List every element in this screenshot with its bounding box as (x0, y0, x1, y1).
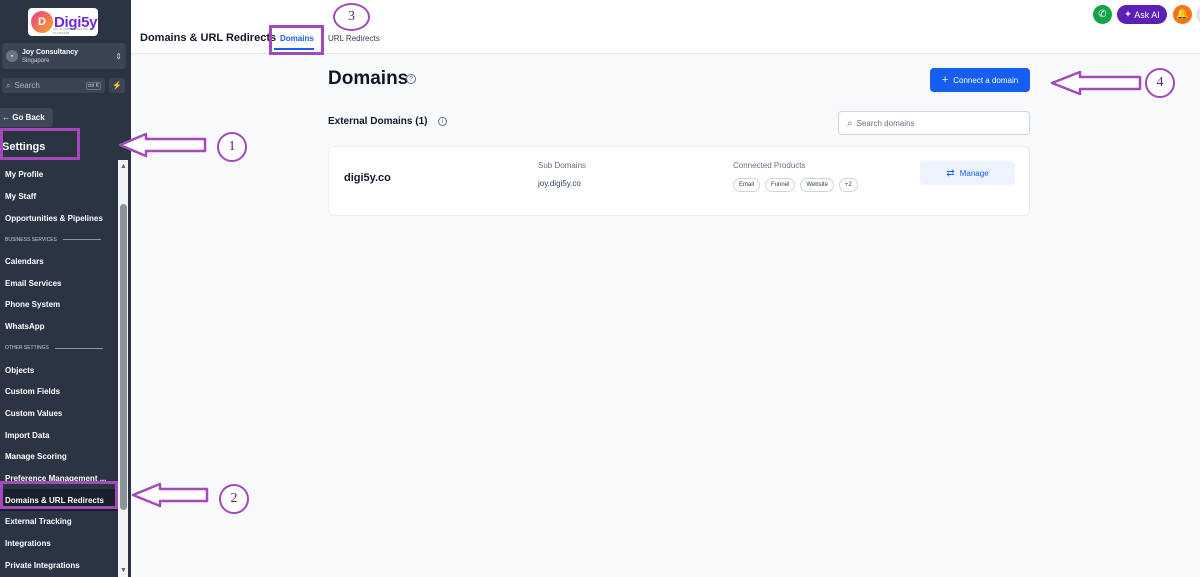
sidebar-item-integrations[interactable]: Integrations (0, 533, 118, 555)
settings-nav: My Profile My Staff Opportunities & Pipe… (0, 164, 118, 576)
search-icon: ⌕ (6, 80, 11, 90)
external-domains-title: External Domains (1) (328, 116, 428, 127)
product-chip-funnel: Funnel (765, 178, 796, 192)
plus-icon: + (941, 74, 949, 86)
swap-icon: ⇄ (946, 167, 955, 179)
connected-products-label: Connected Products (733, 161, 806, 170)
ask-ai-button[interactable]: ✦ Ask AI (1117, 5, 1167, 24)
sidebar-item-custom-values[interactable]: Custom Values (0, 403, 118, 425)
product-chips: Email Funnel Website +2 (733, 178, 858, 192)
help-icon[interactable]: ? (406, 74, 416, 84)
connect-domain-label: Connect a domain (953, 75, 1019, 85)
annotation-circle-2: 2 (219, 484, 249, 514)
annotation-box-domains-tab (269, 25, 324, 55)
sidebar-item-my-profile[interactable]: My Profile (0, 164, 118, 186)
sidebar-item-opportunities[interactable]: Opportunities & Pipelines (0, 207, 118, 229)
annotation-box-settings (0, 128, 80, 160)
sidebar-item-private-integrations[interactable]: Private Integrations (0, 554, 118, 576)
sub-domain-value: joy.digi5y.co (538, 179, 581, 188)
account-location: Singapore (22, 57, 50, 64)
manage-label: Manage (959, 168, 989, 178)
shortcut-badge: ctrl K (85, 81, 101, 90)
section-business-services: BUSINESS SERVICES (0, 229, 118, 251)
logo-tagline: ALL IN ONE MARKETING PLATFORM (53, 27, 89, 35)
sidebar-item-external-tracking[interactable]: External Tracking (0, 511, 118, 533)
section-label: BUSINESS SERVICES (5, 236, 57, 243)
search-icon: ⌕ (847, 117, 853, 129)
sidebar-item-custom-fields[interactable]: Custom Fields (0, 381, 118, 403)
connect-domain-button[interactable]: + Connect a domain (930, 68, 1030, 92)
page-title: Domains & URL Redirects (140, 32, 277, 44)
info-icon[interactable]: i (438, 117, 447, 126)
manage-button[interactable]: ⇄ Manage (920, 161, 1015, 185)
account-name: Joy Consultancy (22, 48, 79, 56)
product-chip-more[interactable]: +2 (838, 178, 858, 192)
search-domains-input[interactable] (856, 118, 1017, 128)
building-icon: ▪ (6, 50, 18, 62)
arrow-2 (131, 482, 209, 508)
domain-card: digi5y.co Sub Domains joy.digi5y.co Conn… (328, 146, 1030, 216)
avatar[interactable] (1196, 5, 1200, 24)
annotation-circle-1: 1 (217, 132, 247, 162)
sidebar-item-my-staff[interactable]: My Staff (0, 186, 118, 208)
logo-mark-icon: D (31, 11, 53, 33)
scroll-up-icon[interactable]: ▲ (120, 163, 127, 170)
product-chip-website: Website (800, 178, 834, 192)
bolt-icon[interactable]: ⚡ (109, 78, 125, 93)
sidebar-item-calendars[interactable]: Calendars (0, 251, 118, 273)
section-other-settings: OTHER SETTINGS (0, 338, 118, 360)
sidebar-search[interactable]: ⌕ Search ctrl K (2, 78, 105, 93)
arrow-4 (1050, 70, 1142, 96)
sidebar-item-email-services[interactable]: Email Services (0, 272, 118, 294)
sidebar-search-placeholder: Search (14, 81, 40, 90)
account-switcher[interactable]: ▪ Joy Consultancy Singapore ⇕ (2, 43, 126, 69)
ask-ai-label: Ask AI (1134, 9, 1160, 20)
scrollbar-thumb[interactable] (120, 204, 127, 510)
scroll-down-icon[interactable]: ▼ (120, 567, 127, 574)
sparkle-icon: ✦ (1124, 9, 1132, 19)
tab-url-redirects[interactable]: URL Redirects (328, 34, 380, 43)
section-label: OTHER SETTINGS (5, 345, 49, 352)
sidebar-item-objects[interactable]: Objects (0, 359, 118, 381)
phone-icon[interactable]: ✆ (1093, 5, 1112, 24)
search-domains-box[interactable]: ⌕ (838, 111, 1030, 135)
bell-icon[interactable]: 🔔 (1173, 5, 1192, 24)
arrow-1 (118, 132, 207, 158)
sidebar-item-whatsapp[interactable]: WhatsApp (0, 316, 118, 338)
sidebar-item-import-data[interactable]: Import Data (0, 424, 118, 446)
annotation-circle-4: 4 (1145, 68, 1175, 98)
annotation-circle-3: 3 (333, 3, 370, 31)
annotation-box-domains-nav (0, 481, 118, 509)
go-back-button[interactable]: ← Go Back (0, 108, 53, 127)
sidebar-item-phone-system[interactable]: Phone System (0, 294, 118, 316)
sub-domains-label: Sub Domains (538, 161, 587, 170)
domain-name: digi5y.co (344, 172, 391, 184)
product-chip-email: Email (733, 178, 761, 192)
logo[interactable]: D Digi5y ALL IN ONE MARKETING PLATFORM (28, 8, 98, 36)
domains-heading: Domains (328, 68, 409, 89)
sidebar-item-manage-scoring[interactable]: Manage Scoring (0, 446, 118, 468)
chevron-updown-icon: ⇕ (115, 51, 122, 61)
